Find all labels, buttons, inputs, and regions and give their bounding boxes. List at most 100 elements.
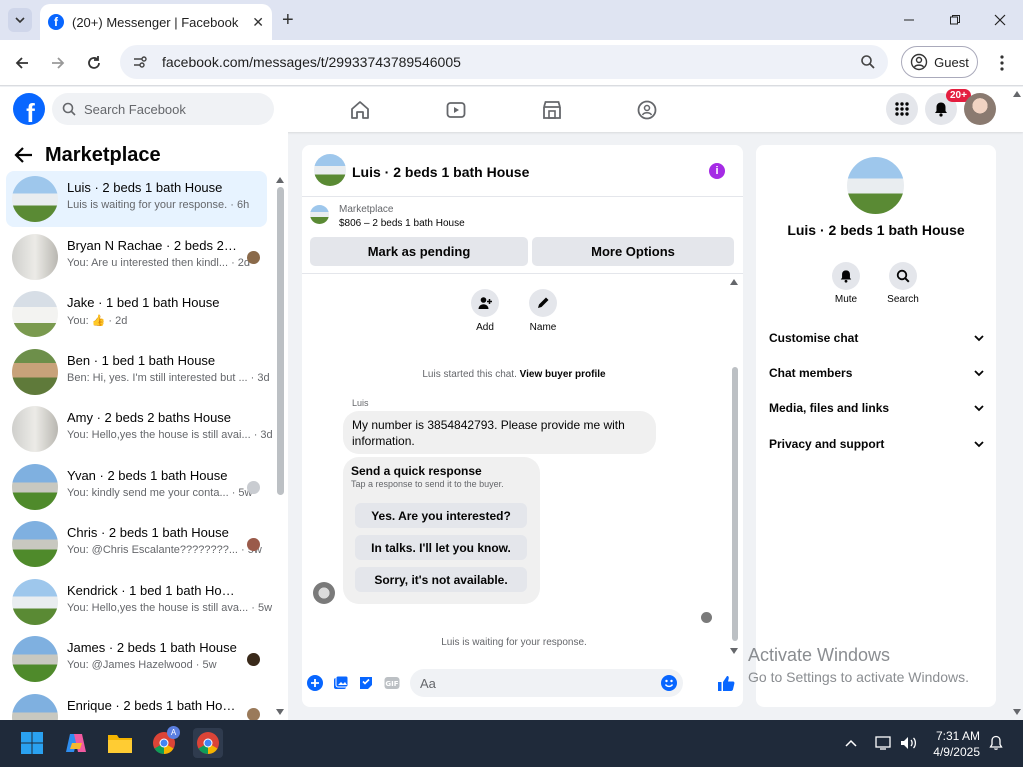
seen-avatar: [247, 481, 260, 494]
search-in-chat-button[interactable]: Search: [883, 262, 923, 305]
message-input-placeholder: Aa: [420, 675, 436, 691]
scroll-up-arrow[interactable]: [276, 177, 284, 183]
listing-thumbnail[interactable]: [310, 205, 329, 224]
quick-response-subtitle: Tap a response to send it to the buyer.: [351, 479, 504, 489]
marketplace-icon[interactable]: [541, 99, 563, 121]
facebook-logo-icon[interactable]: f: [13, 93, 45, 125]
video-icon[interactable]: [445, 99, 467, 121]
conversation-name: Kendrick · 1 bed 1 bath House: [67, 583, 239, 598]
listing-thumbnail: [12, 464, 58, 510]
privacy-support-section[interactable]: Privacy and support: [769, 434, 984, 454]
browser-tab[interactable]: f (20+) Messenger | Facebook ✕: [40, 4, 272, 40]
quick-response-button[interactable]: In talks. I'll let you know.: [355, 535, 527, 560]
chat-panel: Luis · 2 beds 1 bath House i Marketplace…: [302, 145, 743, 707]
marketplace-label: Marketplace: [339, 204, 394, 215]
chat-title[interactable]: Luis · 2 beds 1 bath House: [352, 164, 529, 180]
address-bar[interactable]: facebook.com/messages/t/2993374378954600…: [120, 45, 888, 79]
minimize-button[interactable]: [899, 10, 919, 30]
customise-chat-section[interactable]: Customise chat: [769, 328, 984, 348]
scroll-up-arrow[interactable]: [730, 279, 738, 285]
groups-icon[interactable]: [636, 99, 658, 121]
chrome-profile-button[interactable]: A: [149, 726, 180, 758]
windows-logo-icon: [21, 732, 43, 754]
close-window-button[interactable]: [990, 10, 1010, 30]
conversation-item[interactable]: Bryan N Rachae · 2 beds 2 ba... You: Are…: [6, 229, 267, 285]
facebook-search-input[interactable]: Search Facebook: [52, 93, 274, 125]
forward-button[interactable]: [47, 52, 69, 74]
mute-button[interactable]: Mute: [826, 262, 866, 305]
thumbs-up-icon[interactable]: [717, 674, 735, 692]
chat-scrollbar[interactable]: [732, 367, 738, 641]
copilot-button[interactable]: [61, 728, 91, 758]
add-people-button[interactable]: Add: [470, 289, 500, 333]
media-files-links-section[interactable]: Media, files and links: [769, 398, 984, 418]
seen-avatar: [247, 251, 260, 264]
reload-button[interactable]: [83, 52, 105, 74]
activate-windows-watermark: Activate Windows Go to Settings to activ…: [748, 645, 969, 685]
mark-as-pending-button[interactable]: Mark as pending: [310, 237, 528, 266]
photo-icon[interactable]: [333, 675, 349, 691]
quick-response-card: Send a quick response Tap a response to …: [343, 457, 540, 604]
account-avatar[interactable]: [964, 93, 996, 125]
file-explorer-button[interactable]: [105, 728, 135, 758]
conversation-item[interactable]: Amy · 2 beds 2 baths House You: Hello,ye…: [6, 401, 273, 457]
chat-members-section[interactable]: Chat members: [769, 363, 984, 383]
profile-button[interactable]: Guest: [901, 46, 978, 78]
emoji-icon[interactable]: [661, 675, 677, 691]
close-tab-icon[interactable]: ✕: [252, 14, 264, 31]
plus-circle-icon[interactable]: [307, 675, 323, 691]
chat-thumbnail[interactable]: [314, 154, 346, 186]
name-chat-button[interactable]: Name: [528, 289, 558, 333]
quick-response-button[interactable]: Yes. Are you interested?: [355, 503, 527, 528]
listing-thumbnail: [12, 636, 58, 682]
conversation-item[interactable]: Kendrick · 1 bed 1 bath House You: Hello…: [6, 574, 272, 630]
listing-photo[interactable]: [847, 157, 904, 214]
conversation-snippet: Luis is waiting for your response. · 6h: [67, 199, 250, 211]
system-clock[interactable]: 7:31 AM 4/9/2025: [920, 728, 980, 760]
page-scroll-up-arrow[interactable]: [1013, 91, 1021, 97]
scroll-down-arrow[interactable]: [276, 709, 284, 715]
more-options-button[interactable]: More Options: [532, 237, 734, 266]
message-input[interactable]: Aa: [410, 669, 683, 697]
profile-badge-icon: A: [167, 726, 180, 739]
listing-thumbnail: [12, 406, 58, 452]
volume-icon[interactable]: [899, 735, 917, 751]
chrome-active-button[interactable]: [193, 728, 223, 758]
conversation-name: Luis · 2 beds 1 bath House: [67, 180, 223, 195]
tab-search-dropdown[interactable]: [8, 8, 32, 32]
scroll-down-arrow[interactable]: [730, 648, 738, 654]
conversation-item[interactable]: Enrique · 2 beds 1 bath House: [6, 689, 267, 720]
new-tab-button[interactable]: +: [282, 10, 294, 30]
browser-menu-icon[interactable]: [999, 55, 1005, 71]
site-info-icon[interactable]: [132, 54, 148, 70]
conversation-item[interactable]: Luis · 2 beds 1 bath House Luis is waiti…: [6, 171, 267, 227]
start-button[interactable]: [17, 728, 47, 758]
gif-icon[interactable]: GIF: [384, 675, 400, 691]
sender-avatar[interactable]: [313, 582, 335, 604]
conversation-item[interactable]: James · 2 beds 1 bath House You: @James …: [6, 631, 267, 687]
view-buyer-profile-link[interactable]: View buyer profile: [520, 369, 606, 380]
listing-price[interactable]: $806 – 2 beds 1 bath House: [339, 218, 465, 229]
conversation-item[interactable]: Chris · 2 beds 1 bath House You: @Chris …: [6, 516, 267, 572]
back-button[interactable]: [11, 52, 33, 74]
chat-list-scrollbar[interactable]: [277, 187, 284, 495]
conversation-snippet: You: Are u interested then kindl... · 2d: [67, 257, 251, 269]
restore-button[interactable]: [945, 10, 965, 30]
zoom-search-icon[interactable]: [860, 54, 876, 70]
conversation-info-icon[interactable]: i: [709, 163, 725, 179]
network-icon[interactable]: [875, 735, 891, 751]
page-scroll-down-arrow[interactable]: [1013, 709, 1021, 715]
sticker-icon[interactable]: [358, 675, 374, 691]
conversation-name: Jake · 1 bed 1 bath House: [67, 295, 220, 310]
notification-bell-icon[interactable]: [989, 735, 1003, 751]
listing-thumbnail: [12, 349, 58, 395]
browser-toolbar: facebook.com/messages/t/2993374378954600…: [0, 40, 1023, 86]
chevron-up-icon[interactable]: [845, 739, 857, 747]
conversation-item[interactable]: Jake · 1 bed 1 bath House You: 👍 · 2d: [6, 286, 267, 342]
home-icon[interactable]: [349, 99, 371, 121]
back-arrow-icon[interactable]: [14, 146, 34, 164]
conversation-item[interactable]: Ben · 1 bed 1 bath House Ben: Hi, yes. I…: [6, 344, 270, 400]
conversation-item[interactable]: Yvan · 2 beds 1 bath House You: kindly s…: [6, 459, 267, 515]
menu-button[interactable]: [886, 93, 918, 125]
quick-response-button[interactable]: Sorry, it's not available.: [355, 567, 527, 592]
